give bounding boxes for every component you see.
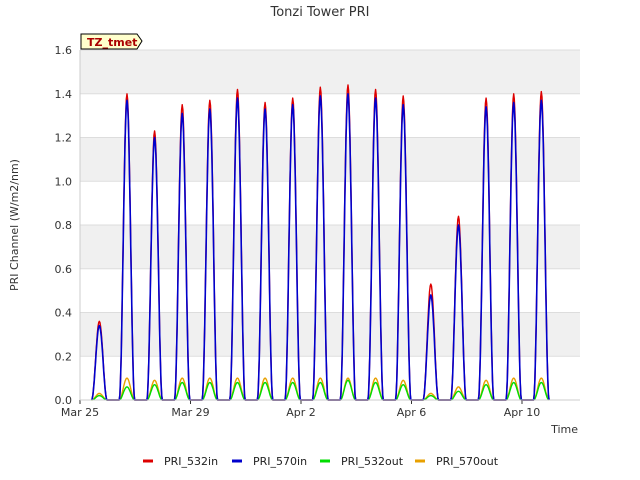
badge: TZ_tmet bbox=[80, 33, 143, 50]
y-tick-label: 0.4 bbox=[55, 307, 73, 320]
y-tick-label: 1.6 bbox=[55, 44, 73, 57]
y-tick-label: 0.2 bbox=[55, 350, 73, 363]
badge-text: TZ_tmet bbox=[87, 36, 137, 49]
x-tick-label: Apr 10 bbox=[504, 406, 541, 419]
legend-label: PRI_532in bbox=[164, 455, 218, 468]
chart: Tonzi Tower PRI 0.00.20.40.60.81.01.21.4… bbox=[0, 0, 640, 480]
y-tick-label: 1.4 bbox=[55, 88, 73, 101]
x-tick-label: Mar 29 bbox=[171, 406, 209, 419]
legend-label: PRI_532out bbox=[341, 455, 404, 468]
y-tick-label: 0.8 bbox=[55, 219, 73, 232]
x-tick-label: Apr 2 bbox=[286, 406, 316, 419]
x-tick-label: Apr 6 bbox=[397, 406, 427, 419]
y-tick-label: 0.6 bbox=[55, 263, 73, 276]
y-tick-labels: 0.00.20.40.60.81.01.21.41.6 bbox=[55, 44, 73, 407]
legend-label: PRI_570in bbox=[253, 455, 307, 468]
y-axis-label: PRI Channel (W/m2/nm) bbox=[8, 159, 21, 291]
x-axis-label: Time bbox=[550, 423, 578, 436]
x-tick-label: Mar 25 bbox=[61, 406, 99, 419]
plot-band bbox=[80, 312, 580, 357]
legend-label: PRI_570out bbox=[436, 455, 499, 468]
y-tick-label: 1.0 bbox=[55, 175, 73, 188]
plot-band bbox=[80, 225, 580, 269]
chart-title: Tonzi Tower PRI bbox=[270, 5, 370, 20]
plot-band bbox=[80, 50, 580, 94]
y-tick-label: 1.2 bbox=[55, 132, 73, 145]
